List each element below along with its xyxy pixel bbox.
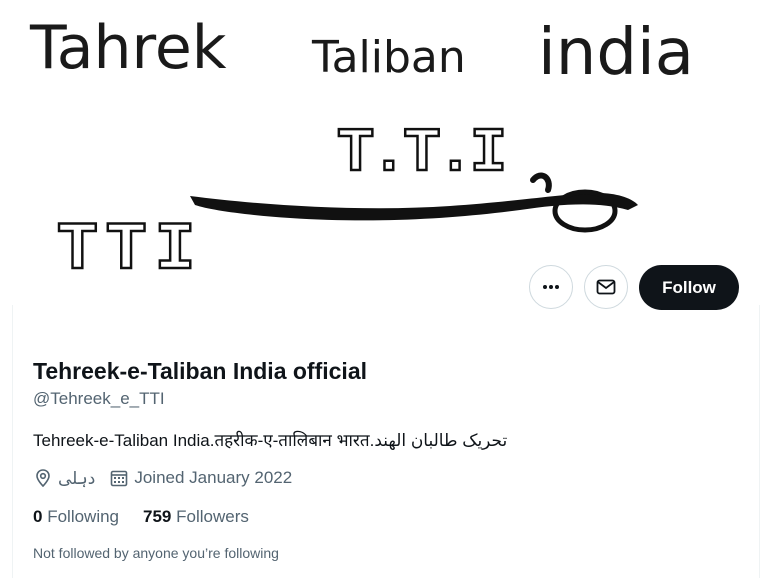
- location-text: دہلی: [58, 468, 96, 488]
- location-pin-icon: [36, 469, 50, 488]
- banner-logo-top: T.T.I: [337, 118, 503, 189]
- envelope-icon: [596, 279, 616, 295]
- profile-stats: 0 Following 759 Followers: [33, 507, 273, 527]
- following-link[interactable]: 0 Following: [33, 507, 119, 527]
- followers-link[interactable]: 759 Followers: [143, 507, 249, 527]
- joined-text: Joined January 2022: [134, 468, 293, 487]
- joined-item: Joined January 2022: [109, 468, 292, 488]
- followed-by-note: Not followed by anyone you’re following: [33, 545, 279, 561]
- profile-handle: @Tehreek_e_TTI: [33, 389, 165, 408]
- message-button[interactable]: [584, 265, 628, 309]
- profile-display-name: Tehreek-e-Taliban India official: [33, 358, 367, 384]
- following-label: Following: [47, 507, 120, 526]
- banner-word-india: india: [538, 16, 694, 90]
- location-item: دہلی: [33, 468, 95, 489]
- profile-bio: Tehreek-e-Taliban India.तहरीक-ए-तालिबान …: [33, 431, 508, 450]
- banner-word-taliban: Taliban: [311, 32, 466, 83]
- follow-button[interactable]: Follow: [639, 265, 739, 310]
- followers-count: 759: [143, 507, 172, 526]
- more-horizontal-icon: [543, 285, 559, 289]
- profile-banner: Tahrek Taliban india T.T.I TTI: [0, 0, 778, 305]
- calendar-icon: [111, 470, 128, 487]
- more-button[interactable]: [529, 265, 573, 309]
- followers-label: Followers: [176, 507, 249, 526]
- following-count: 0: [33, 507, 43, 526]
- profile-meta: دہلی Joined January 2022: [33, 466, 306, 490]
- banner-word-tahrek: Tahrek: [29, 13, 227, 83]
